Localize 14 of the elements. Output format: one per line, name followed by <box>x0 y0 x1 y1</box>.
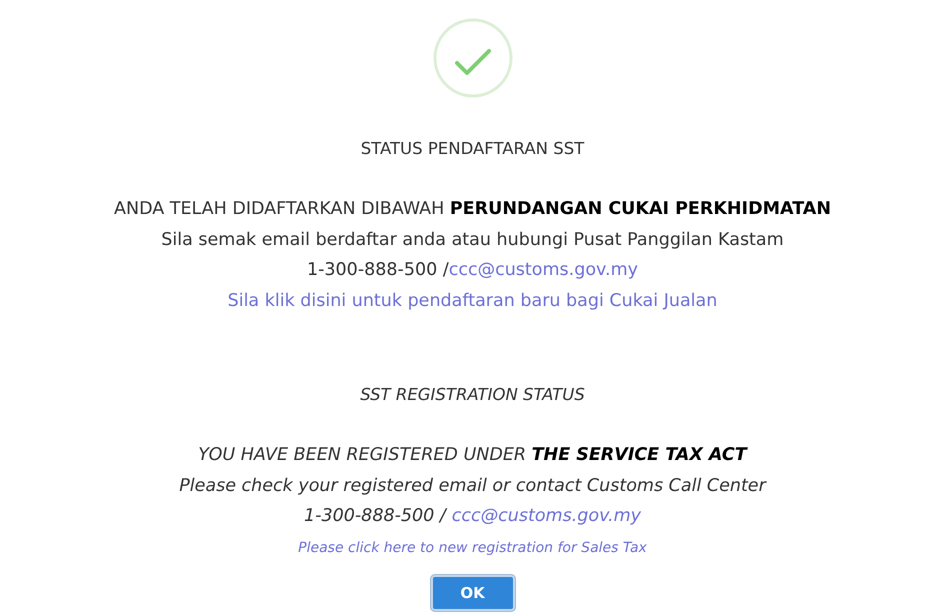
contact-text: Please check your registered email or contact Customs Call Center <box>179 474 766 498</box>
phone-number: 1-300-888-500 / <box>306 260 449 280</box>
section-heading: SST REGISTRATION STATUS <box>360 384 585 406</box>
registration-statement: YOU HAVE BEEN REGISTERED UNDER THE SERVICE TAX ACT <box>198 444 747 467</box>
email-link[interactable]: ccc@customs.gov.my <box>452 506 641 526</box>
contact-text: Sila semak email berdaftar anda atau hubungi Pusat Panggilan Kastam <box>161 228 784 252</box>
checkmark-icon <box>432 18 512 98</box>
registration-statement: ANDA TELAH DIDAFTARKAN DIBAWAH PERUNDANGAN CUKAI PERKHIDMATAN <box>114 198 831 221</box>
phone-number: 1-300-888-500 / <box>304 506 446 526</box>
registration-link[interactable]: Please click here to new registration for Sales Tax <box>298 540 647 556</box>
email-link[interactable]: ccc@customs.gov.my <box>448 260 638 280</box>
section-heading: STATUS PENDAFTARAN SST <box>360 138 584 160</box>
registration-link[interactable]: Sila klik disini untuk pendaftaran baru bagi Cukai Jualan <box>228 290 718 310</box>
ok-button[interactable]: OK <box>430 575 514 611</box>
